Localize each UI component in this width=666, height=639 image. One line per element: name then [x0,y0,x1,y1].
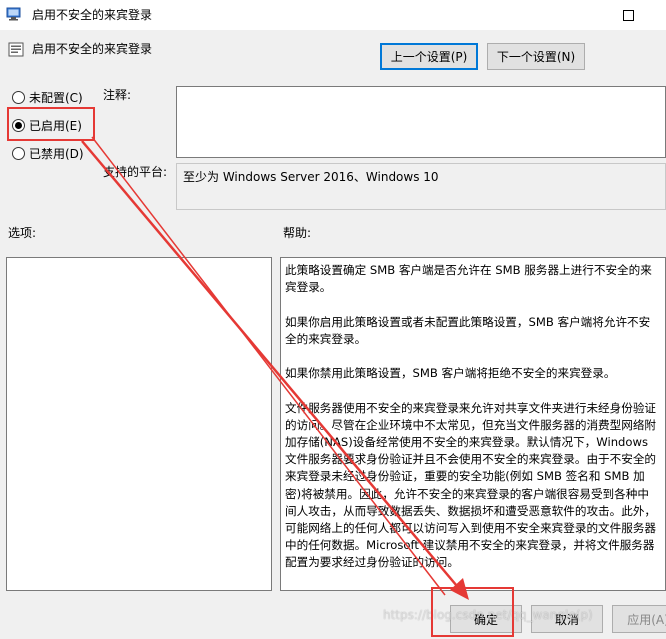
policy-window-icon [6,7,21,21]
maximize-icon [622,9,634,21]
help-label: 帮助: [283,226,312,240]
comment-label: 注释: [103,88,132,102]
apply-button[interactable]: 应用(A) [612,605,666,633]
annotation-highlight-enabled [7,107,95,141]
supported-platform-value: 至少为 Windows Server 2016、Windows 10 [183,170,439,184]
help-line: 的访问。尽管在企业环境中不太常见，但充当文件服务器的消费型网络附 [285,417,657,432]
radio-disabled[interactable]: 已禁用(D) [12,145,84,161]
radio-circle[interactable] [12,146,25,160]
radio-label: 未配置(C) [29,90,83,105]
help-text: 此策略设置确定 SMB 客户端是否允许在 SMB 服务器上进行不安全的来 宾登录… [285,262,665,572]
options-panel [6,257,272,591]
options-label: 选项: [8,226,37,240]
maximize-button[interactable] [608,0,648,30]
help-line: 如果你禁用此策略设置，SMB 客户端将拒绝不安全的来宾登录。 [285,366,616,381]
help-line: 文件服务器要求身份验证并且不会使用不安全的来宾登录。由于不安全的 [285,452,657,467]
help-line: 文件服务器使用不安全的来宾登录来允许对共享文件夹进行未经身份验证 [285,400,657,415]
help-panel[interactable]: 此策略设置确定 SMB 客户端是否允许在 SMB 服务器上进行不安全的来 宾登录… [280,257,666,591]
next-setting-button[interactable]: 下一个设置(N) [487,43,585,70]
window-title: 启用不安全的来宾登录 [32,8,153,22]
help-line-blank [285,296,665,313]
help-line-blank [285,348,665,365]
radio-not-configured[interactable]: 未配置(C) [12,89,83,105]
help-line: 宾登录。 [285,280,332,295]
help-line: 配置为要求经过身份验证的访问。 [285,555,459,570]
previous-setting-button[interactable]: 上一个设置(P) [380,43,478,70]
policy-title: 启用不安全的来宾登录 [32,42,153,56]
title-divider [0,30,666,31]
help-line: 来宾登录未经过身份验证，重要的安全功能(例如 SMB 签名和 SMB 加 [285,469,645,484]
supported-platform-label: 支持的平台: [103,165,168,179]
policy-setting-icon [8,42,24,57]
help-line: 如果你启用此策略设置或者未配置此策略设置，SMB 客户端将允许不安 [285,314,651,329]
radio-circle[interactable] [12,90,25,104]
help-line: 间人攻击，从而导致数据丢失、数据损坏和遭受恶意软件的攻击。此外， [285,503,657,518]
annotation-highlight-ok [431,587,514,637]
help-line: 可能网络上的任何人都可以访问写入到使用不安全来宾登录的文件服务器 [285,521,657,535]
help-line: 加存储(NAS)设备经常使用不安全的来宾登录。默认情况下，Windows [285,434,649,449]
help-line: 全的来宾登录。 [285,331,367,346]
help-line: 此策略设置确定 SMB 客户端是否允许在 SMB 服务器上进行不安全的来 [285,263,652,277]
help-line: 中的任何数据。Microsoft 建议禁用不安全的来宾登录，并将文件服务器 [285,538,655,553]
comment-textarea[interactable] [176,86,666,158]
help-line-blank [285,382,665,399]
help-line: 密)将被禁用。因此，允许不安全的来宾登录的客户端很容易受到各种中 [285,486,649,501]
radio-label: 已禁用(D) [29,146,84,161]
